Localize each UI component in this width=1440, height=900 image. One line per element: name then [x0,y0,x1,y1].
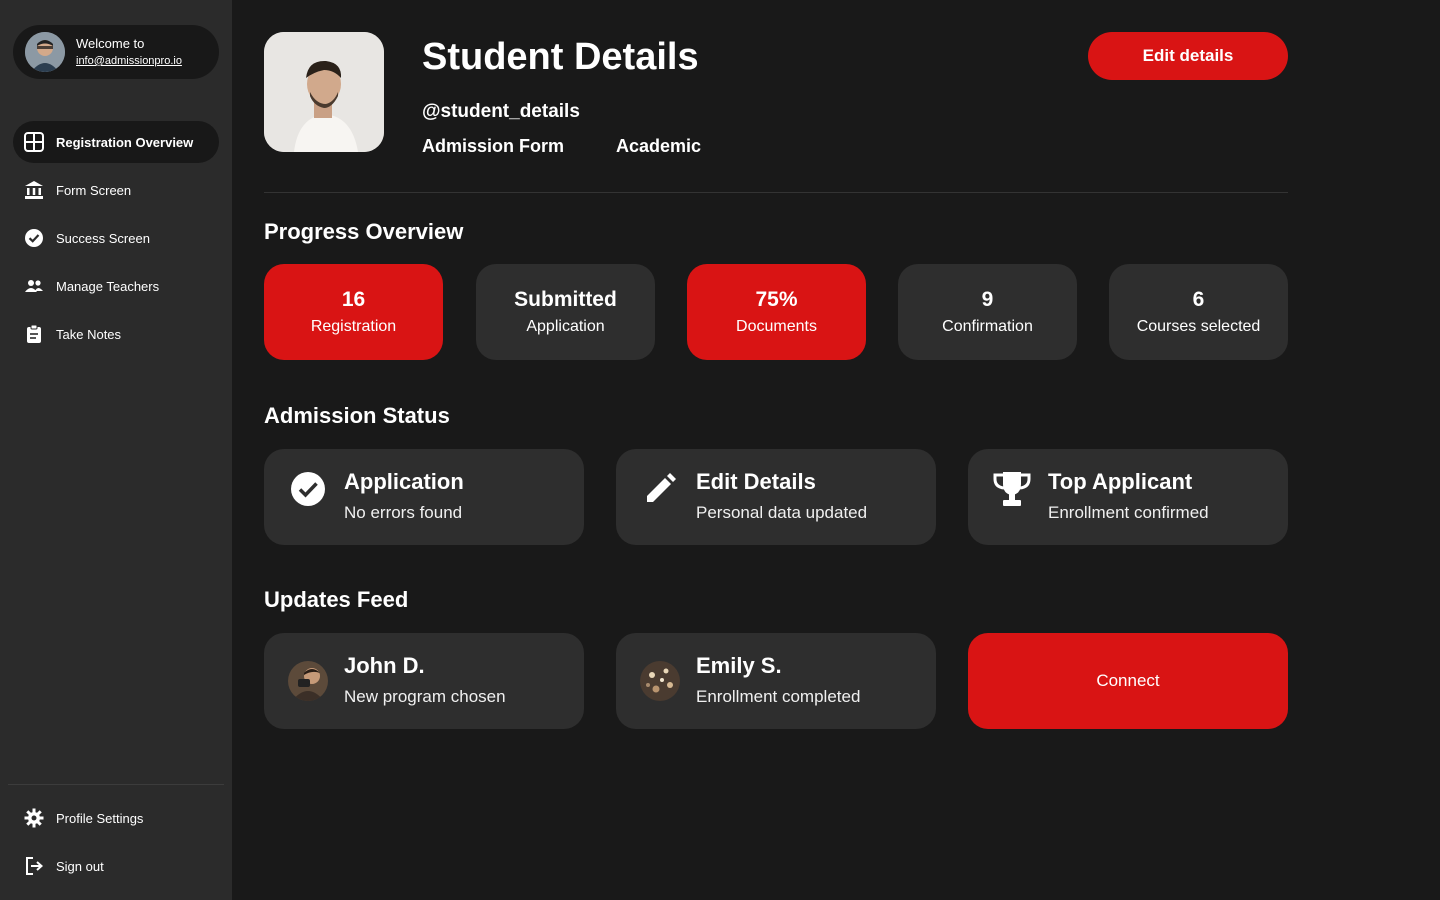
status-title: Application [344,469,464,494]
sidebar-item-sign-out[interactable]: Sign out [13,845,219,887]
stat-value: 9 [981,288,994,311]
logout-icon [23,855,45,877]
sidebar-divider [8,784,224,785]
connect-button[interactable]: Connect [968,633,1288,729]
status-title: Edit Details [696,469,816,494]
grid-icon [23,131,45,153]
stat-value: 75% [755,288,798,311]
sidebar-item-registration-overview[interactable]: Registration Overview [13,121,219,163]
trophy-icon [992,469,1032,509]
progress-overview-title: Progress Overview [264,219,464,244]
sidebar-item-form-screen[interactable]: Form Screen [13,169,219,211]
user-welcome-card[interactable]: Welcome to info@admissionpro.io [13,25,219,79]
admission-status-title: Admission Status [264,403,450,428]
stat-card-application[interactable]: Submitted Application [476,264,655,360]
avatar [288,661,328,701]
status-subtitle: Enrollment confirmed [1048,503,1209,522]
feed-text: New program chosen [344,687,506,706]
tab-academic[interactable]: Academic [616,136,701,157]
status-card-edit-details[interactable]: Edit Details Personal data updated [616,449,936,545]
feed-text: Enrollment completed [696,687,861,706]
stat-value: 6 [1192,288,1205,311]
gear-icon [23,807,45,829]
sidebar-item-take-notes[interactable]: Take Notes [13,313,219,355]
sidebar-item-label: Form Screen [56,182,132,198]
clipboard-icon [23,323,45,345]
stat-label: Courses selected [1136,318,1261,335]
stat-card-registration[interactable]: 16 Registration [264,264,443,360]
sidebar-item-label: Sign out [56,858,104,874]
sidebar-item-label: Take Notes [56,326,122,342]
stat-value: Submitted [514,288,617,311]
stat-label: Confirmation [942,318,1033,335]
stat-value: 16 [341,288,366,311]
feed-item-john[interactable]: John D. New program chosen [264,633,584,729]
sidebar-item-label: Manage Teachers [56,278,160,294]
sidebar-item-label: Profile Settings [56,810,144,826]
updates-feed-title: Updates Feed [264,587,409,612]
stat-label: Registration [310,318,397,335]
pencil-icon [640,469,680,509]
status-subtitle: No errors found [344,503,463,522]
status-title: Top Applicant [1048,469,1193,494]
header-divider [264,192,1288,193]
sidebar-item-manage-teachers[interactable]: Manage Teachers [13,265,219,307]
sidebar-item-label: Success Screen [56,230,150,246]
stat-card-courses[interactable]: 6 Courses selected [1109,264,1288,360]
welcome-label: Welcome to [76,36,145,51]
sidebar-item-success-screen[interactable]: Success Screen [13,217,219,259]
feed-name: Emily S. [696,653,782,678]
user-email-link[interactable]: info@admissionpro.io [76,55,182,67]
stat-card-confirmation[interactable]: 9 Confirmation [898,264,1077,360]
avatar [640,661,680,701]
sidebar-item-profile-settings[interactable]: Profile Settings [13,797,219,839]
edit-details-button[interactable]: Edit details [1088,32,1288,80]
check-circle-icon [288,469,328,509]
stat-label: Documents [736,318,817,335]
bank-icon [23,179,45,201]
feed-name: John D. [344,653,425,678]
user-avatar [25,32,65,72]
sidebar-item-label: Registration Overview [56,134,194,150]
student-photo [264,32,384,152]
stat-label: Application [526,318,605,335]
page-title: Student Details [422,36,699,78]
sidebar: Welcome to info@admissionpro.io Registra… [0,0,232,900]
status-subtitle: Personal data updated [696,503,868,522]
feed-item-emily[interactable]: Emily S. Enrollment completed [616,633,936,729]
tab-admission-form[interactable]: Admission Form [422,136,564,157]
student-handle: @student_details [422,101,580,122]
status-card-top-applicant[interactable]: Top Applicant Enrollment confirmed [968,449,1288,545]
check-circle-icon [23,227,45,249]
people-icon [23,275,45,297]
status-card-application[interactable]: Application No errors found [264,449,584,545]
stat-card-documents[interactable]: 75% Documents [687,264,866,360]
